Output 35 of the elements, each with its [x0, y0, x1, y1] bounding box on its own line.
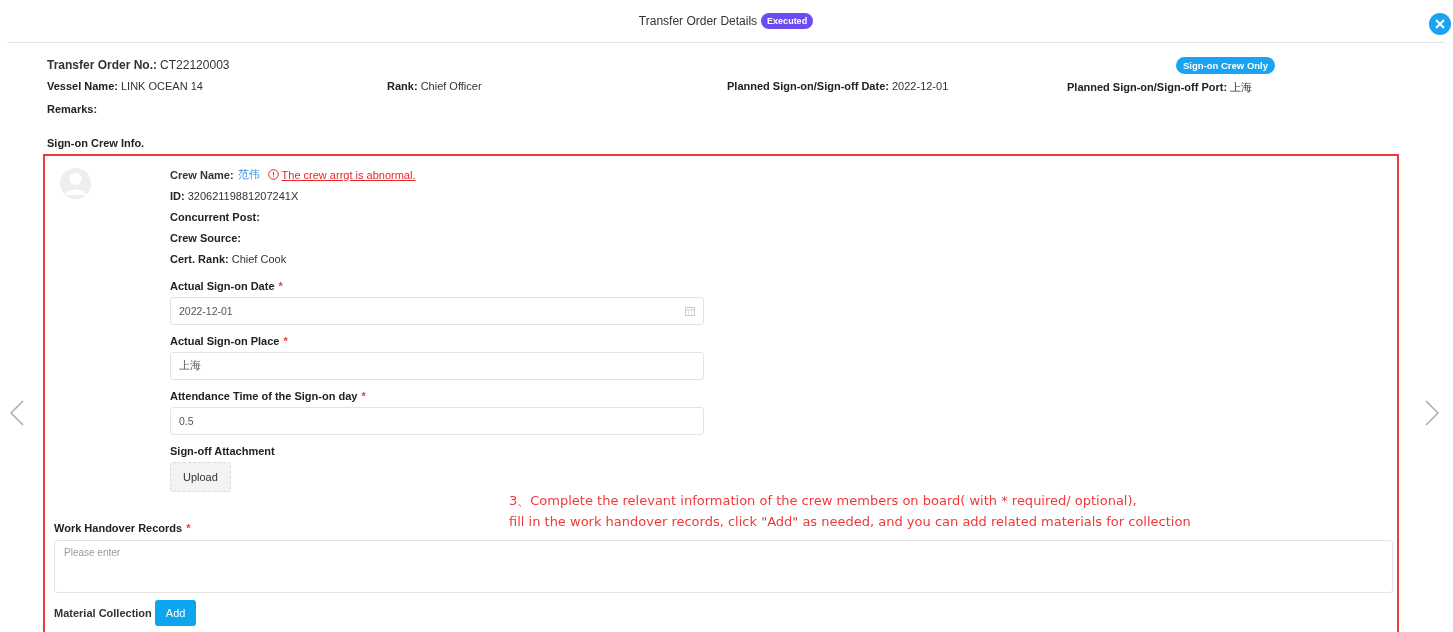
- upload-button[interactable]: Upload: [170, 462, 231, 492]
- required-mark: *: [361, 390, 366, 402]
- field-label: Material Collection: [54, 607, 152, 619]
- info-field: Rank: Chief Officer: [387, 80, 727, 95]
- input-field[interactable]: 0.5: [170, 407, 704, 435]
- info-field: Planned Sign-on/Sign-off Port: 上海: [1067, 80, 1407, 95]
- info-field: Cert. Rank: Chief Cook: [170, 252, 287, 265]
- crew-name-link[interactable]: 范伟: [237, 167, 260, 182]
- field-label: Crew Name:: [170, 168, 234, 181]
- info-field: ID: 32062119881207241X: [170, 189, 299, 202]
- remarks-label: Remarks:: [47, 103, 99, 115]
- warning-icon: [267, 169, 279, 180]
- close-icon[interactable]: [1429, 13, 1451, 35]
- required-mark: *: [283, 335, 288, 347]
- info-field: Vessel Name: LINK OCEAN 14: [47, 80, 387, 95]
- order-number: Transfer Order No.: CT22120003: [47, 58, 230, 72]
- field-label: Sign-off Attachment: [170, 445, 275, 457]
- field-label: Work Handover Records: [54, 522, 183, 534]
- field-label: Attendance Time of the Sign-on day: [170, 390, 358, 402]
- info-field: Crew Source:: [170, 231, 241, 244]
- annotation-text: 3、Complete the relevant information of the crew members on board( with * required/ optional), fill in the work handover records, click "Add" as needed, and you can add related materials for collection: [509, 492, 1191, 531]
- field-label: Actual Sign-on Date: [170, 280, 275, 292]
- crew-type-badge: Sign-on Crew Only: [1176, 56, 1275, 74]
- warning-link[interactable]: The crew arrgt is abnormal.: [281, 168, 416, 181]
- status-badge: Executed: [761, 13, 814, 29]
- info-field: Concurrent Post:: [170, 210, 260, 223]
- info-field: Planned Sign-on/Sign-off Date: 2022-12-01: [727, 80, 1067, 95]
- input-field[interactable]: 上海: [170, 352, 704, 380]
- date-field[interactable]: 2022-12-01: [170, 297, 704, 325]
- field-label: Actual Sign-on Place: [170, 335, 280, 347]
- section-title: Sign-on Crew Info.: [47, 137, 146, 149]
- required-mark: *: [278, 280, 283, 292]
- required-mark: *: [186, 522, 191, 534]
- dialog-title: Transfer Order Details: [638, 14, 758, 28]
- calendar-icon: [685, 306, 695, 316]
